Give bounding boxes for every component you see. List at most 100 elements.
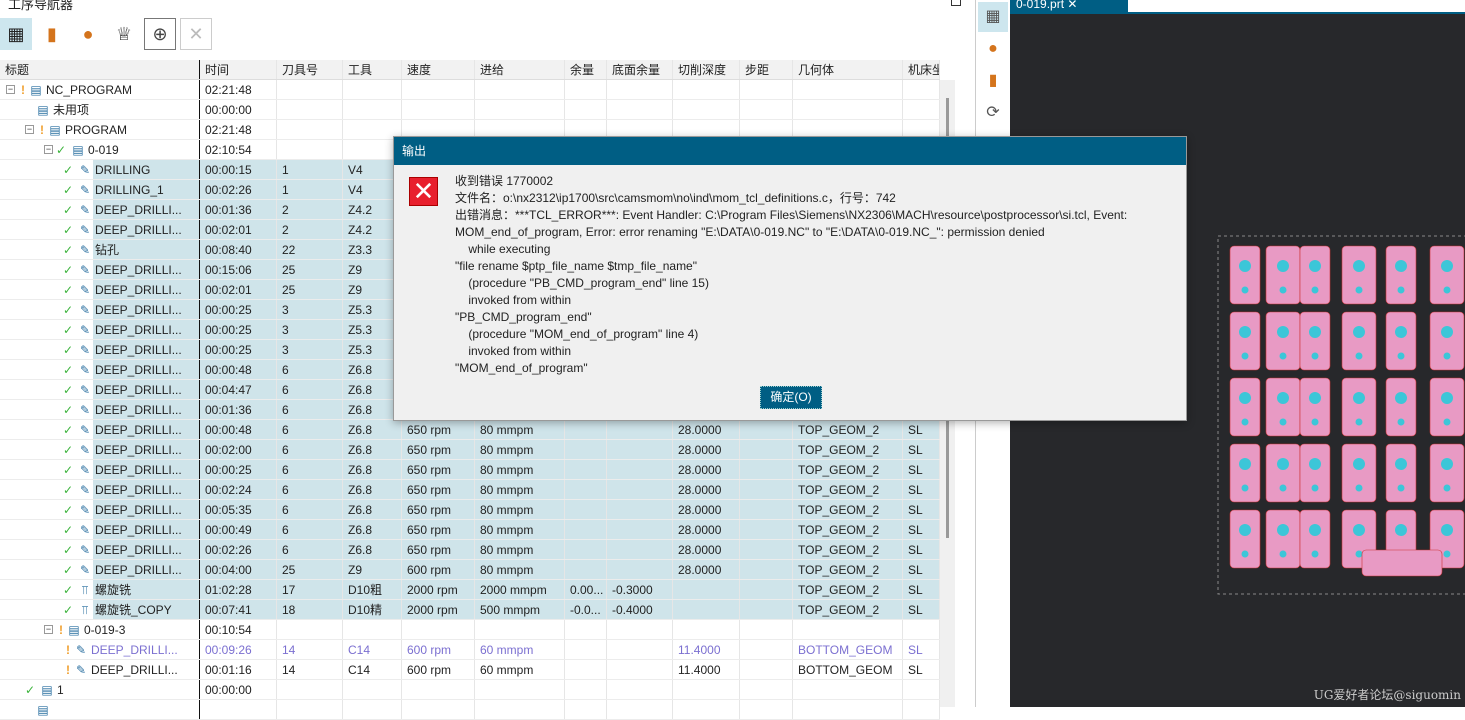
- cell-1: 00:02:26: [200, 180, 277, 199]
- column-header[interactable]: 切削深度: [673, 60, 740, 79]
- title-cell[interactable]: − ✓ ▤ 0-019: [0, 140, 200, 159]
- machine-navigator-icon[interactable]: ▮: [978, 66, 1008, 96]
- title-cell[interactable]: ✓ ✎ DEEP_DRILLI...: [0, 400, 200, 419]
- title-cell[interactable]: ✓ ✎ DEEP_DRILLI...: [0, 220, 200, 239]
- maximize-button[interactable]: [951, 0, 961, 6]
- hole: [1241, 484, 1249, 492]
- title-cell[interactable]: ✓ ✎ DEEP_DRILLI...: [0, 500, 200, 519]
- check-icon: ✓: [63, 582, 74, 597]
- title-cell[interactable]: ✓ ✎ DEEP_DRILLI...: [0, 560, 200, 579]
- title-cell[interactable]: −! ▤ PROGRAM: [0, 120, 200, 139]
- title-cell[interactable]: ✓ ✎ DEEP_DRILLI...: [0, 200, 200, 219]
- table-row[interactable]: ▤ 未用项 00:00:00: [0, 100, 940, 120]
- hole: [1397, 418, 1405, 426]
- title-cell[interactable]: ✓ ▤ 1: [0, 680, 200, 699]
- title-cell[interactable]: ! ✎ DEEP_DRILLI...: [0, 640, 200, 659]
- title-cell[interactable]: ✓ ✎ DEEP_DRILLI...: [0, 260, 200, 279]
- column-header[interactable]: 标题: [0, 60, 200, 79]
- table-row[interactable]: ✓ ⫪ 螺旋铣 01:02:28 17 D10粗 2000 rpm 2000 mmpm 0.00…: [0, 580, 940, 600]
- table-row[interactable]: ✓ ✎ DEEP_DRILLI... 00:04:00 25 Z9 600 rpm 80 mm…: [0, 560, 940, 580]
- geometry-view-icon[interactable]: ●: [72, 18, 104, 50]
- table-row[interactable]: ✓ ✎ DEEP_DRILLI... 00:02:00 6 Z6.8 650 rpm 80 m…: [0, 440, 940, 460]
- refresh-sequence-icon[interactable]: ⟳: [978, 98, 1008, 128]
- table-row[interactable]: ✓ ✎ DEEP_DRILLI... 00:00:49 6 Z6.8 650 rpm 80 m…: [0, 520, 940, 540]
- cell-6: [565, 520, 607, 539]
- column-header[interactable]: 工具: [343, 60, 402, 79]
- table-row[interactable]: ✓ ✎ DEEP_DRILLI... 00:00:25 6 Z6.8 650 rpm 80 m…: [0, 460, 940, 480]
- cell-9: [740, 420, 793, 439]
- title-cell[interactable]: ✓ ✎ DEEP_DRILLI...: [0, 440, 200, 459]
- part-block: [1341, 245, 1377, 305]
- column-header[interactable]: 刀具号: [277, 60, 343, 79]
- drilling-operation-icon: ✎: [79, 362, 91, 377]
- title-cell[interactable]: ✓ ✎ DRILLING: [0, 160, 200, 179]
- title-cell[interactable]: −! ▤ NC_PROGRAM: [0, 80, 200, 99]
- cell-3: D10粗: [343, 580, 402, 599]
- cell-10: TOP_GEOM_2: [793, 520, 903, 539]
- part-tab[interactable]: 0-019.prt ✕: [1010, 0, 1128, 14]
- cell-10: TOP_GEOM_2: [793, 460, 903, 479]
- title-cell[interactable]: ✓ ✎ DEEP_DRILLI...: [0, 460, 200, 479]
- row-name: DEEP_DRILLI...: [93, 280, 199, 299]
- add-column-icon[interactable]: ⊕: [144, 18, 176, 50]
- table-row[interactable]: ✓ ✎ DEEP_DRILLI... 00:05:35 6 Z6.8 650 rpm 80 m…: [0, 500, 940, 520]
- check-icon: ✓: [63, 522, 74, 537]
- title-cell[interactable]: ▤: [0, 700, 200, 719]
- cell-4: [402, 700, 475, 719]
- title-cell[interactable]: ✓ ✎ DEEP_DRILLI...: [0, 520, 200, 539]
- close-icon[interactable]: ✕: [1067, 0, 1077, 11]
- collapse-icon[interactable]: −: [44, 145, 53, 154]
- operation-navigator-icon[interactable]: ▦: [978, 2, 1008, 32]
- table-row[interactable]: ! ✎ DEEP_DRILLI... 00:09:26 14 C14 600 rpm 60 m…: [0, 640, 940, 660]
- column-header[interactable]: 进给: [475, 60, 565, 79]
- ok-button[interactable]: 确定(O): [760, 386, 822, 409]
- cell-4: 600 rpm: [402, 640, 475, 659]
- column-header[interactable]: 速度: [402, 60, 475, 79]
- title-cell[interactable]: ✓ ⫪ 螺旋铣_COPY: [0, 600, 200, 619]
- title-cell[interactable]: ✓ ✎ DEEP_DRILLI...: [0, 380, 200, 399]
- title-cell[interactable]: ✓ ✎ DRILLING_1: [0, 180, 200, 199]
- column-header[interactable]: 余量: [565, 60, 607, 79]
- column-header[interactable]: 步距: [740, 60, 793, 79]
- table-row[interactable]: −! ▤ 0-019-3 00:10:54: [0, 620, 940, 640]
- geometry-navigator-icon[interactable]: ●: [978, 34, 1008, 64]
- table-row[interactable]: ✓ ⫪ 螺旋铣_COPY 00:07:41 18 D10精 2000 rpm 500 mmpm…: [0, 600, 940, 620]
- collapse-icon[interactable]: −: [6, 85, 15, 94]
- row-name: DEEP_DRILLI...: [93, 460, 199, 479]
- table-row[interactable]: ✓ ✎ DEEP_DRILLI... 00:00:48 6 Z6.8 650 rpm 80 m…: [0, 420, 940, 440]
- column-header[interactable]: 机床坐标: [903, 60, 940, 79]
- machining-method-view-icon[interactable]: ♕: [108, 18, 140, 50]
- title-cell[interactable]: ✓ ✎ DEEP_DRILLI...: [0, 420, 200, 439]
- program-order-view-icon[interactable]: ▦: [0, 18, 32, 50]
- collapse-icon[interactable]: −: [25, 125, 34, 134]
- title-cell[interactable]: ✓ ✎ DEEP_DRILLI...: [0, 300, 200, 319]
- title-cell[interactable]: −! ▤ 0-019-3: [0, 620, 200, 639]
- title-cell[interactable]: ✓ ✎ DEEP_DRILLI...: [0, 360, 200, 379]
- title-cell[interactable]: ✓ ⫪ 螺旋铣: [0, 580, 200, 599]
- cell-5: [475, 680, 565, 699]
- column-header[interactable]: 几何体: [793, 60, 903, 79]
- cell-7: [607, 680, 673, 699]
- table-row[interactable]: ✓ ✎ DEEP_DRILLI... 00:02:24 6 Z6.8 650 rpm 80 m…: [0, 480, 940, 500]
- column-header[interactable]: 时间: [200, 60, 277, 79]
- title-cell[interactable]: ! ✎ DEEP_DRILLI...: [0, 660, 200, 679]
- title-cell[interactable]: ✓ ✎ DEEP_DRILLI...: [0, 480, 200, 499]
- column-header[interactable]: 底面余量: [607, 60, 673, 79]
- check-icon: ✓: [63, 322, 74, 337]
- cell-1: 00:00:00: [200, 680, 277, 699]
- cell-9: [740, 80, 793, 99]
- title-cell[interactable]: ✓ ✎ DEEP_DRILLI...: [0, 280, 200, 299]
- collapse-icon[interactable]: −: [44, 625, 53, 634]
- hole: [1443, 484, 1451, 492]
- title-cell[interactable]: ✓ ✎ DEEP_DRILLI...: [0, 320, 200, 339]
- title-cell[interactable]: ✓ ✎ DEEP_DRILLI...: [0, 540, 200, 559]
- machine-tool-view-icon[interactable]: ▮: [36, 18, 68, 50]
- table-row[interactable]: ! ✎ DEEP_DRILLI... 00:01:16 14 C14 600 rpm 60 m…: [0, 660, 940, 680]
- table-row[interactable]: ✓ ▤ 1 00:00:00: [0, 680, 940, 700]
- table-row[interactable]: −! ▤ NC_PROGRAM 02:21:48: [0, 80, 940, 100]
- title-cell[interactable]: ✓ ✎ DEEP_DRILLI...: [0, 340, 200, 359]
- title-cell[interactable]: ▤ 未用项: [0, 100, 200, 119]
- title-cell[interactable]: ✓ ✎ 钻孔: [0, 240, 200, 259]
- table-row[interactable]: ▤: [0, 700, 940, 720]
- table-row[interactable]: ✓ ✎ DEEP_DRILLI... 00:02:26 6 Z6.8 650 rpm 80 m…: [0, 540, 940, 560]
